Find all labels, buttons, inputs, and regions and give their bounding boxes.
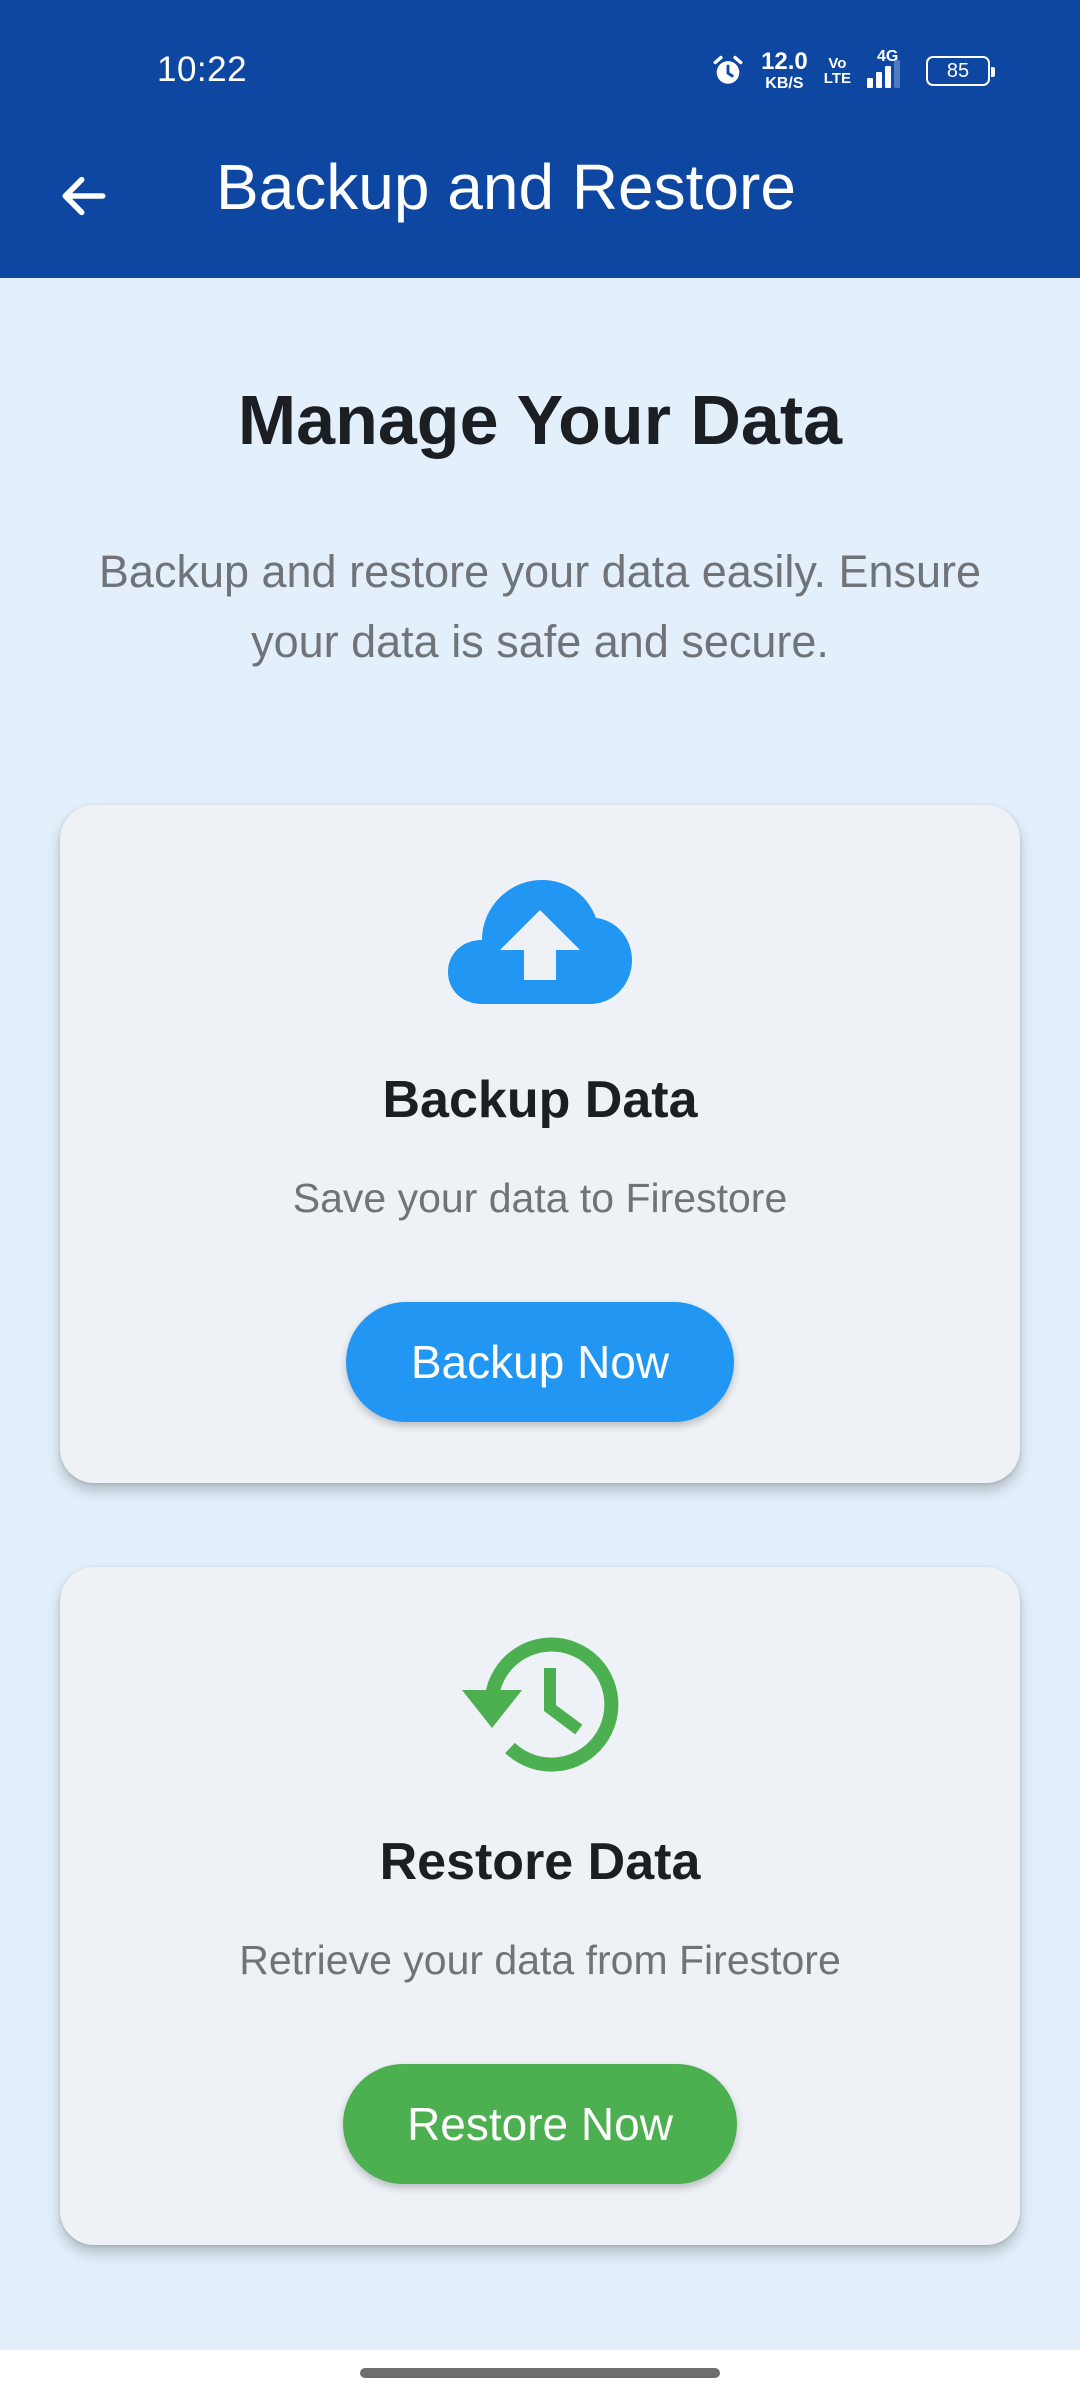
screen: 10:22 12.0 KB/S Vo LTE 4G 85 Backup and …	[0, 0, 1080, 2400]
signal-bar	[867, 78, 873, 88]
status-time: 10:22	[157, 50, 248, 89]
network-speed-value: 12.0	[761, 48, 808, 75]
volte-bottom: LTE	[823, 70, 851, 87]
network-speed-unit: KB/S	[765, 75, 804, 92]
backup-now-button[interactable]: Backup Now	[346, 1302, 734, 1422]
backup-card-description: Save your data to Firestore	[292, 1175, 788, 1221]
restore-now-button[interactable]: Restore Now	[343, 2064, 737, 2184]
arrow-left-icon	[62, 176, 106, 216]
page-subtitle: Backup and restore your data easily. Ens…	[98, 546, 982, 667]
status-icons: 12.0 KB/S Vo LTE 4G 85	[711, 48, 995, 94]
home-indicator[interactable]	[360, 2368, 720, 2378]
backup-card: Backup Data Save your data to Firestore …	[60, 805, 1020, 1483]
battery-level: 85	[946, 59, 970, 82]
volte-top: Vo	[828, 55, 847, 72]
signal-bar	[876, 72, 882, 88]
restore-card-title: Restore Data	[379, 1833, 701, 1891]
alarm-icon	[711, 54, 745, 88]
signal-icon: 4G	[867, 48, 900, 88]
network-speed: 12.0 KB/S	[761, 50, 808, 92]
back-button[interactable]	[44, 156, 124, 236]
battery-icon: 85	[926, 56, 995, 86]
cloud-upload-icon	[448, 880, 632, 1009]
restore-card: Restore Data Retrieve your data from Fir…	[60, 1567, 1020, 2245]
signal-bar	[885, 66, 891, 88]
backup-card-title: Backup Data	[382, 1071, 698, 1129]
page-heading: Manage Your Data	[237, 381, 843, 459]
restore-history-icon	[460, 1634, 620, 1779]
volte-indicator: Vo LTE	[824, 56, 851, 86]
app-bar: 10:22 12.0 KB/S Vo LTE 4G 85 Backup and …	[0, 0, 1080, 278]
app-bar-title: Backup and Restore	[216, 151, 796, 223]
restore-card-description: Retrieve your data from Firestore	[239, 1937, 841, 1983]
network-type: 4G	[877, 48, 899, 65]
